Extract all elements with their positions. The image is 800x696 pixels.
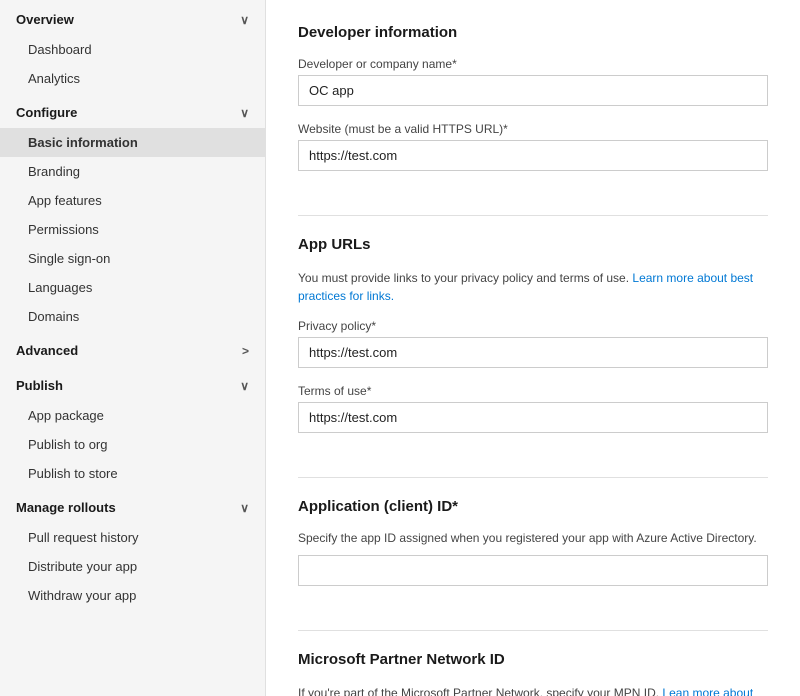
sidebar-item-languages[interactable]: Languages [0,273,265,302]
sidebar-chevron-configure: ∨ [240,106,249,120]
developer-info-section: Developer information Developer or compa… [298,24,768,187]
sidebar-chevron-manage-rollouts: ∨ [240,501,249,515]
sidebar-item-dashboard[interactable]: Dashboard [0,35,265,64]
app-urls-desc-text: You must provide links to your privacy p… [298,271,629,285]
app-id-input[interactable] [298,555,768,586]
app-urls-desc: You must provide links to your privacy p… [298,269,768,305]
main-content: Developer information Developer or compa… [266,0,800,696]
mpn-desc: If you're part of the Microsoft Partner … [298,684,768,696]
sidebar-section-label-publish: Publish [16,378,63,393]
company-name-input[interactable] [298,75,768,106]
sidebar-section-label-advanced: Advanced [16,343,78,358]
terms-of-use-label: Terms of use* [298,384,768,398]
sidebar-item-pull-request-history[interactable]: Pull request history [0,523,265,552]
sidebar-item-app-features[interactable]: App features [0,186,265,215]
sidebar-chevron-overview: ∨ [240,13,249,27]
app-id-desc: Specify the app ID assigned when you reg… [298,531,768,545]
privacy-policy-input[interactable] [298,337,768,368]
sidebar-chevron-publish: ∨ [240,379,249,393]
sidebar-section-configure[interactable]: Configure ∨ [0,93,265,128]
app-urls-section: App URLs You must provide links to your … [298,236,768,449]
sidebar-section-overview[interactable]: Overview ∨ [0,0,265,35]
sidebar-item-distribute-your-app[interactable]: Distribute your app [0,552,265,581]
divider-3 [298,630,768,631]
mpn-section: Microsoft Partner Network ID If you're p… [298,651,768,696]
privacy-policy-label: Privacy policy* [298,319,768,333]
sidebar-chevron-advanced: > [242,344,249,358]
app-urls-title: App URLs [298,236,768,253]
sidebar-item-app-package[interactable]: App package [0,401,265,430]
mpn-desc-text: If you're part of the Microsoft Partner … [298,686,659,696]
website-input[interactable] [298,140,768,171]
app-id-title: Application (client) ID* [298,498,768,515]
sidebar-section-manage-rollouts[interactable]: Manage rollouts ∨ [0,488,265,523]
developer-info-title: Developer information [298,24,768,41]
sidebar-section-publish[interactable]: Publish ∨ [0,366,265,401]
sidebar-item-analytics[interactable]: Analytics [0,64,265,93]
sidebar-section-advanced[interactable]: Advanced > [0,331,265,366]
sidebar-section-label-configure: Configure [16,105,77,120]
website-label: Website (must be a valid HTTPS URL)* [298,122,768,136]
sidebar-item-publish-to-store[interactable]: Publish to store [0,459,265,488]
sidebar-section-label-manage-rollouts: Manage rollouts [16,500,116,515]
mpn-title: Microsoft Partner Network ID [298,651,768,668]
sidebar-item-single-sign-on[interactable]: Single sign-on [0,244,265,273]
sidebar-item-withdraw-your-app[interactable]: Withdraw your app [0,581,265,610]
sidebar: Overview ∨ DashboardAnalytics Configure ∨ Bas… [0,0,266,696]
terms-of-use-input[interactable] [298,402,768,433]
sidebar-item-domains[interactable]: Domains [0,302,265,331]
sidebar-item-branding[interactable]: Branding [0,157,265,186]
divider-1 [298,215,768,216]
divider-2 [298,477,768,478]
company-name-label: Developer or company name* [298,57,768,71]
sidebar-section-label-overview: Overview [16,12,74,27]
sidebar-item-basic-information[interactable]: Basic information [0,128,265,157]
app-id-section: Application (client) ID* Specify the app… [298,498,768,602]
sidebar-item-permissions[interactable]: Permissions [0,215,265,244]
sidebar-item-publish-to-org[interactable]: Publish to org [0,430,265,459]
